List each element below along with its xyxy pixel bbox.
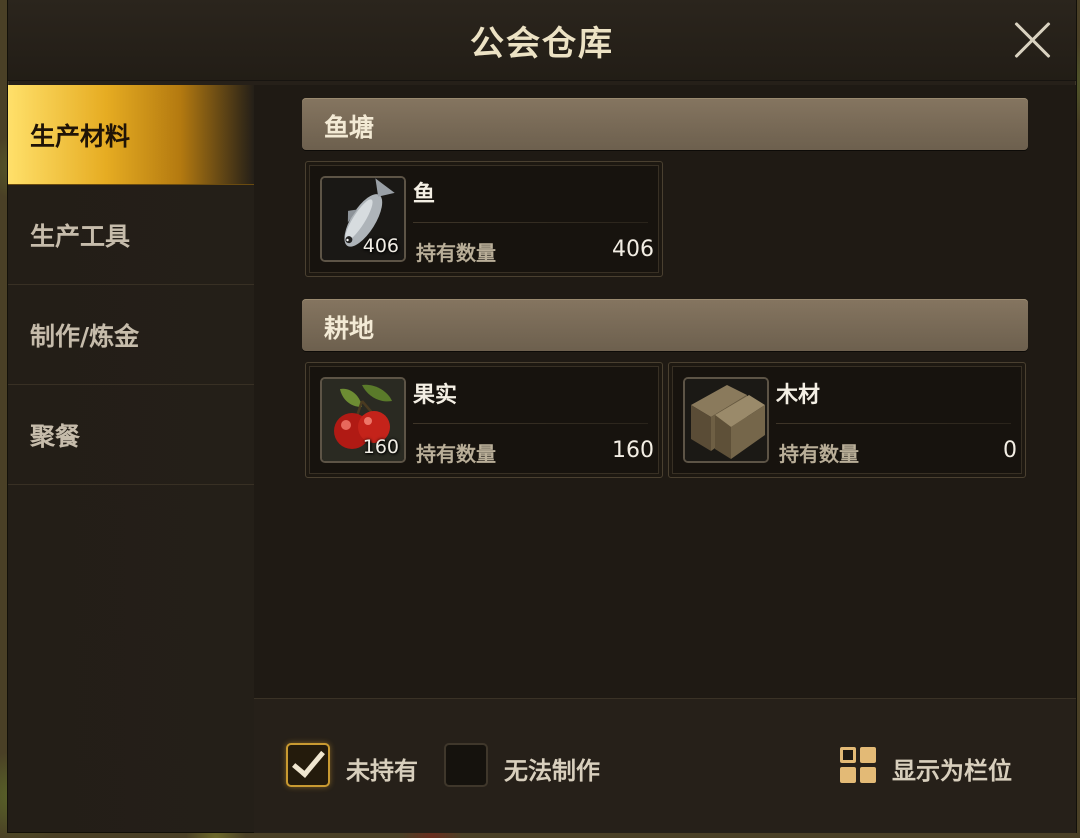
- grid-view-icon[interactable]: [840, 747, 878, 785]
- owned-quantity-value: 406: [612, 237, 654, 262]
- section-title: 鱼塘: [324, 113, 375, 142]
- wood-icon: [685, 379, 767, 461]
- checkmark-icon: [292, 743, 325, 778]
- item-card-wood[interactable]: 木材 持有数量 0: [668, 362, 1026, 478]
- guild-warehouse-window: 公会仓库 生产材料 生产工具 制作/炼金 聚餐 鱼塘 406 鱼 持有数量 40…: [8, 0, 1076, 833]
- owned-quantity-label: 持有数量: [779, 442, 859, 466]
- owned-quantity-label: 持有数量: [416, 241, 496, 265]
- filter-bar: 未持有 无法制作 显示为栏位: [254, 698, 1076, 833]
- item-icon-count: 160: [362, 436, 399, 458]
- item-icon-frame: [683, 377, 769, 463]
- show-as-slots-button[interactable]: 显示为栏位: [892, 751, 1012, 786]
- section-header-farmland: 耕地: [302, 299, 1028, 351]
- cannot-craft-checkbox[interactable]: [444, 743, 488, 787]
- item-icon-count: 406: [362, 235, 399, 257]
- sidebar-item-label: 生产工具: [30, 221, 131, 251]
- item-card-berries[interactable]: 160 果实 持有数量 160: [305, 362, 663, 478]
- cannot-craft-label[interactable]: 无法制作: [504, 751, 600, 786]
- section-header-fish-pond: 鱼塘: [302, 98, 1028, 150]
- item-list-panel: 鱼塘 406 鱼 持有数量 406 耕地 160 果实 持有数量 160 木材 …: [254, 85, 1076, 698]
- sidebar-item-crafting-alchemy[interactable]: 制作/炼金: [8, 285, 254, 385]
- owned-quantity-label: 持有数量: [416, 442, 496, 466]
- category-sidebar: 生产材料 生产工具 制作/炼金 聚餐: [8, 85, 254, 832]
- item-name: 果实: [413, 383, 458, 408]
- close-icon[interactable]: [1012, 20, 1052, 60]
- title-bar: 公会仓库: [8, 0, 1076, 81]
- item-divider: [413, 222, 648, 223]
- sidebar-item-production-tools[interactable]: 生产工具: [8, 185, 254, 285]
- window-title: 公会仓库: [470, 24, 614, 64]
- item-icon-frame: 160: [320, 377, 406, 463]
- section-title: 耕地: [324, 314, 375, 343]
- owned-quantity-value: 0: [1003, 438, 1017, 463]
- item-name: 鱼: [413, 182, 436, 207]
- not-owned-checkbox[interactable]: [286, 743, 330, 787]
- sidebar-item-label: 制作/炼金: [30, 321, 140, 351]
- sidebar-item-label: 生产材料: [30, 121, 131, 151]
- item-divider: [413, 423, 648, 424]
- item-divider: [776, 423, 1011, 424]
- item-card-fish[interactable]: 406 鱼 持有数量 406: [305, 161, 663, 277]
- sidebar-item-production-materials[interactable]: 生产材料: [8, 85, 254, 185]
- not-owned-label[interactable]: 未持有: [346, 751, 418, 786]
- item-name: 木材: [776, 383, 821, 408]
- sidebar-item-label: 聚餐: [30, 421, 81, 451]
- item-icon-frame: 406: [320, 176, 406, 262]
- sidebar-item-banquet[interactable]: 聚餐: [8, 385, 254, 485]
- owned-quantity-value: 160: [612, 438, 654, 463]
